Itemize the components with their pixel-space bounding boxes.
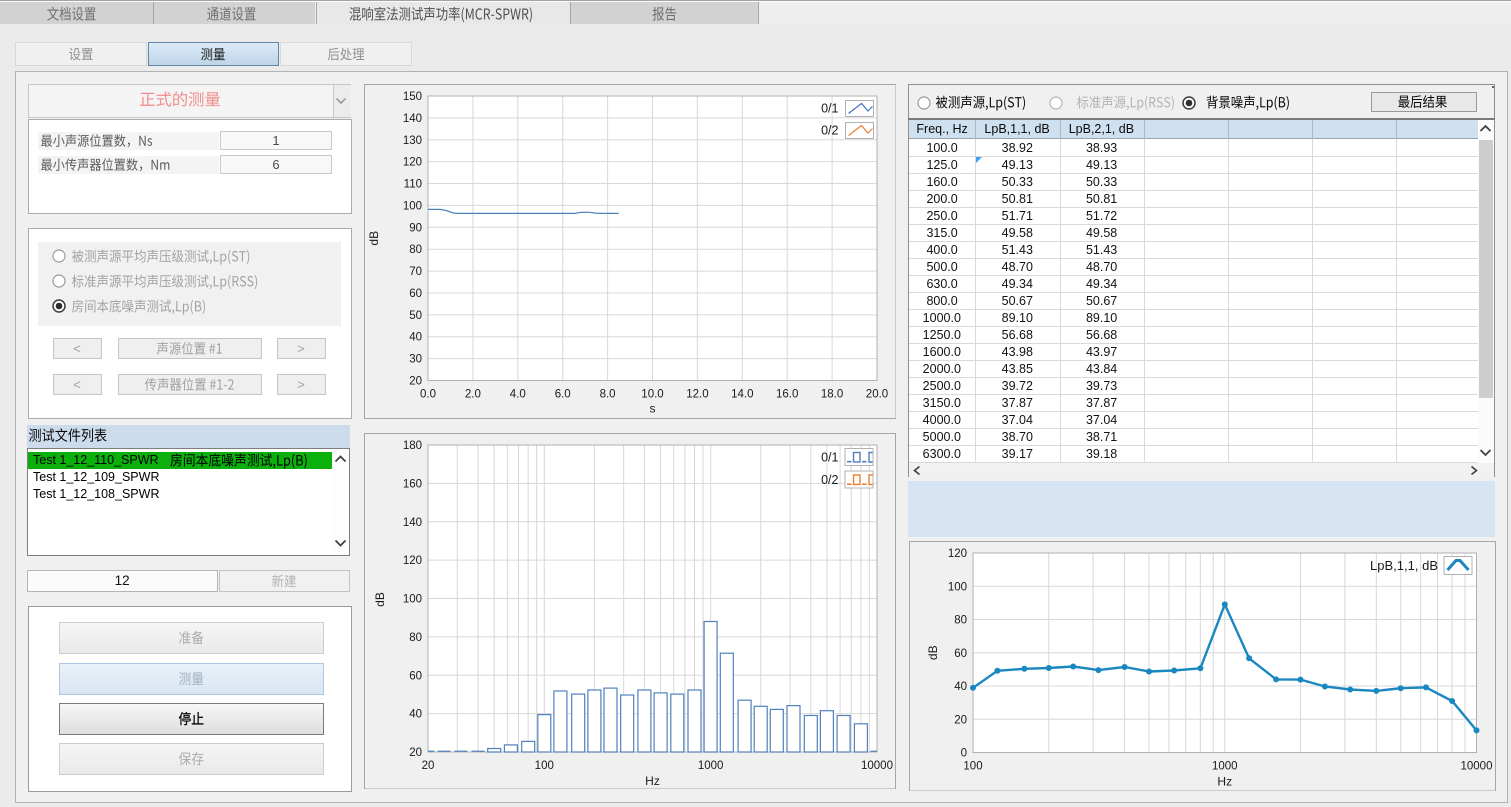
svg-text:20: 20 [954,714,967,726]
svg-text:8.0: 8.0 [599,389,615,401]
svg-text:18.0: 18.0 [820,389,842,401]
svg-text:0/2: 0/2 [821,124,838,138]
svg-text:120: 120 [947,548,966,560]
svg-text:140: 140 [402,113,421,125]
svg-text:180: 180 [402,440,421,452]
svg-text:20: 20 [421,760,434,772]
svg-text:0: 0 [960,747,966,759]
svg-text:dB: dB [367,231,381,246]
svg-text:10.0: 10.0 [641,389,663,401]
svg-text:110: 110 [403,179,421,191]
svg-text:70: 70 [409,266,422,278]
svg-text:0/1: 0/1 [821,102,838,116]
svg-text:2.0: 2.0 [464,389,480,401]
svg-text:100: 100 [963,760,982,772]
svg-text:Hz: Hz [1217,774,1232,788]
svg-text:20.0: 20.0 [865,389,887,401]
svg-text:80: 80 [409,244,422,256]
svg-text:120: 120 [402,157,421,169]
svg-text:100: 100 [402,593,421,605]
svg-text:14.0: 14.0 [731,389,753,401]
svg-text:s: s [649,402,655,416]
svg-text:0/1: 0/1 [821,450,838,464]
svg-text:160: 160 [402,478,421,490]
svg-text:0/2: 0/2 [821,473,838,487]
svg-text:60: 60 [409,670,422,682]
svg-text:10000: 10000 [1460,760,1492,772]
svg-text:0.0: 0.0 [420,389,436,401]
svg-text:100: 100 [947,581,966,593]
svg-text:12.0: 12.0 [686,389,708,401]
svg-text:40: 40 [409,708,422,720]
svg-text:140: 140 [402,516,421,528]
svg-text:30: 30 [409,354,422,366]
svg-text:dB: dB [373,592,387,607]
svg-text:LpB,1,1, dB: LpB,1,1, dB [1370,558,1438,573]
svg-text:80: 80 [409,631,422,643]
svg-text:20: 20 [409,376,422,388]
svg-text:80: 80 [954,614,967,626]
svg-text:6.0: 6.0 [554,389,570,401]
svg-text:60: 60 [409,288,422,300]
svg-text:1000: 1000 [697,760,723,772]
svg-text:100: 100 [402,200,421,212]
svg-text:4.0: 4.0 [509,389,525,401]
svg-text:20: 20 [409,747,422,759]
svg-text:120: 120 [402,555,421,567]
svg-text:1000: 1000 [1211,760,1237,772]
svg-text:16.0: 16.0 [776,389,798,401]
svg-text:60: 60 [954,647,967,659]
svg-text:40: 40 [409,332,422,344]
svg-text:100: 100 [534,760,553,772]
svg-text:90: 90 [409,222,422,234]
svg-text:10000: 10000 [861,760,893,772]
svg-text:40: 40 [954,681,967,693]
svg-text:150: 150 [402,91,421,103]
svg-text:50: 50 [409,310,422,322]
svg-text:dB: dB [926,645,940,660]
svg-text:130: 130 [402,135,421,147]
svg-text:Hz: Hz [645,774,660,788]
